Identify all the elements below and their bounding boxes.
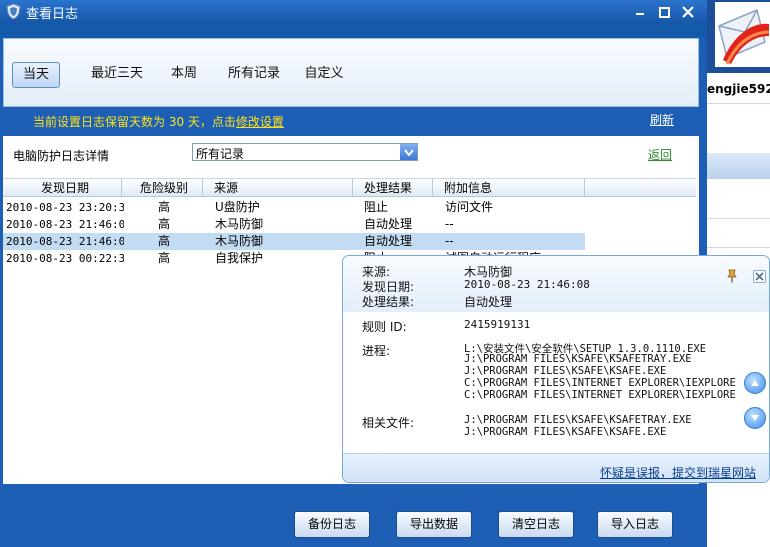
scroll-down-button[interactable] — [744, 407, 766, 429]
back-link[interactable]: 返回 — [648, 146, 672, 163]
record-filter-value: 所有记录 — [196, 147, 245, 161]
popup-header: 来源: 木马防御 发现日期: 2010-08-23 21:46:08 处理结果:… — [343, 256, 769, 312]
tab-today[interactable]: 当天 — [12, 62, 60, 88]
cell-info: -- — [445, 234, 454, 248]
log-table-header: 发现日期 危险级别 来源 处理结果 附加信息 — [3, 178, 696, 197]
column-header-level[interactable]: 危险级别 — [123, 179, 203, 197]
maximize-icon — [658, 6, 670, 18]
refresh-link[interactable]: 刷新 — [650, 111, 674, 128]
cell-result: 阻止 — [364, 200, 389, 214]
cell-date: 2010-08-23 21:46:08 — [6, 235, 124, 248]
scroll-up-button[interactable] — [744, 372, 766, 394]
process-path: C:\PROGRAM FILES\INTERNET EXPLORER\IEXPL… — [464, 377, 736, 389]
tab-custom[interactable]: 自定义 — [302, 62, 346, 88]
retention-notice: 当前设置日志保留天数为 30 天，点击修改设置 — [33, 113, 284, 130]
minimize-button[interactable] — [630, 2, 650, 22]
process-path: J:\PROGRAM FILES\KSAFE\KSAFETRAY.EXE — [464, 353, 692, 365]
shield-icon — [6, 3, 21, 20]
close-button[interactable] — [678, 2, 698, 22]
divider — [707, 247, 770, 248]
tab-this-week[interactable]: 本周 — [166, 62, 202, 88]
arrow-up-icon — [751, 380, 759, 386]
mail-logo-icon — [715, 2, 770, 67]
related-files-label: 相关文件: — [362, 416, 415, 430]
window-title: 查看日志 — [26, 7, 79, 22]
related-file-path: J:\PROGRAM FILES\KSAFE\KSAFETRAY.EXE — [464, 414, 692, 426]
cell-result: 自动处理 — [364, 217, 413, 231]
cell-date: 2010-08-23 21:46:08 — [6, 218, 124, 231]
cell-level: 高 — [158, 200, 171, 214]
retention-notice-text: 当前设置日志保留天数为 30 天，点击 — [33, 115, 236, 129]
cell-source: 木马防御 — [215, 234, 264, 248]
column-header-source[interactable]: 来源 — [204, 179, 353, 197]
result-label: 处理结果: — [362, 295, 415, 309]
process-label: 进程: — [362, 344, 391, 358]
column-header-info[interactable]: 附加信息 — [434, 179, 585, 197]
popup-footer: 怀疑是误报，提交到瑞星网站 — [343, 453, 769, 482]
background-app-header — [707, 0, 770, 73]
rule-id-label: 规则 ID: — [362, 320, 407, 334]
minimize-icon — [636, 13, 644, 15]
export-data-button[interactable]: 导出数据 — [396, 511, 472, 538]
rule-id-value: 2415919131 — [464, 318, 531, 331]
background-app-toolbar — [707, 153, 770, 179]
tab-last-three-days[interactable]: 最近三天 — [84, 62, 150, 88]
cell-level: 高 — [158, 217, 171, 231]
section-label: 电脑防护日志详情 — [13, 149, 110, 163]
title-band — [0, 24, 707, 38]
table-row[interactable]: 2010-08-23 23:20:31 高 U盘防护 阻止 访问文件 — [3, 199, 585, 216]
divider — [707, 103, 770, 104]
cell-info: -- — [445, 217, 454, 231]
modify-settings-link[interactable]: 修改设置 — [236, 115, 284, 129]
column-header-date[interactable]: 发现日期 — [3, 179, 122, 197]
pin-icon[interactable] — [726, 269, 738, 283]
background-app-username: engjie5927 — [707, 82, 770, 96]
close-icon — [682, 6, 694, 18]
close-icon — [755, 272, 764, 281]
date-range-tabs: 当天 最近三天 本周 所有记录 自定义 — [3, 38, 699, 107]
report-false-positive-link[interactable]: 怀疑是误报，提交到瑞星网站 — [600, 464, 756, 481]
popup-close-button[interactable] — [753, 270, 766, 283]
import-log-button[interactable]: 导入日志 — [597, 511, 673, 538]
cell-info: 访问文件 — [445, 200, 494, 214]
cell-source: U盘防护 — [215, 200, 260, 214]
log-detail-popup: 来源: 木马防御 发现日期: 2010-08-23 21:46:08 处理结果:… — [342, 255, 770, 483]
table-row[interactable]: 2010-08-23 21:46:08 高 木马防御 自动处理 -- — [3, 216, 585, 233]
tab-all-records[interactable]: 所有记录 — [226, 62, 282, 88]
date-value: 2010-08-23 21:46:08 — [464, 278, 590, 291]
process-path: J:\PROGRAM FILES\KSAFE\KSAFE.EXE — [464, 365, 667, 377]
column-header-result[interactable]: 处理结果 — [354, 179, 433, 197]
cell-result: 自动处理 — [364, 234, 413, 248]
chevron-down-icon[interactable] — [400, 144, 417, 160]
cell-source: 木马防御 — [215, 217, 264, 231]
arrow-down-icon — [751, 415, 759, 421]
related-file-path: J:\PROGRAM FILES\KSAFE\KSAFE.EXE — [464, 426, 667, 438]
cell-source: 自我保护 — [215, 251, 264, 265]
cell-date: 2010-08-23 23:20:31 — [6, 201, 124, 214]
divider — [707, 218, 770, 219]
backup-log-button[interactable]: 备份日志 — [294, 511, 370, 538]
record-filter-dropdown[interactable]: 所有记录 — [192, 143, 418, 161]
result-value: 自动处理 — [464, 295, 513, 309]
process-path: C:\PROGRAM FILES\INTERNET EXPLORER\IEXPL… — [464, 389, 736, 401]
clear-log-button[interactable]: 清空日志 — [498, 511, 574, 538]
table-row-selected[interactable]: 2010-08-23 21:46:08 高 木马防御 自动处理 -- — [3, 233, 585, 250]
cell-level: 高 — [158, 251, 171, 265]
maximize-button[interactable] — [654, 2, 674, 22]
title-bar[interactable]: 查看日志 — [0, 0, 707, 24]
cell-level: 高 — [158, 234, 171, 248]
cell-date: 2010-08-23 00:22:39 — [6, 252, 124, 265]
